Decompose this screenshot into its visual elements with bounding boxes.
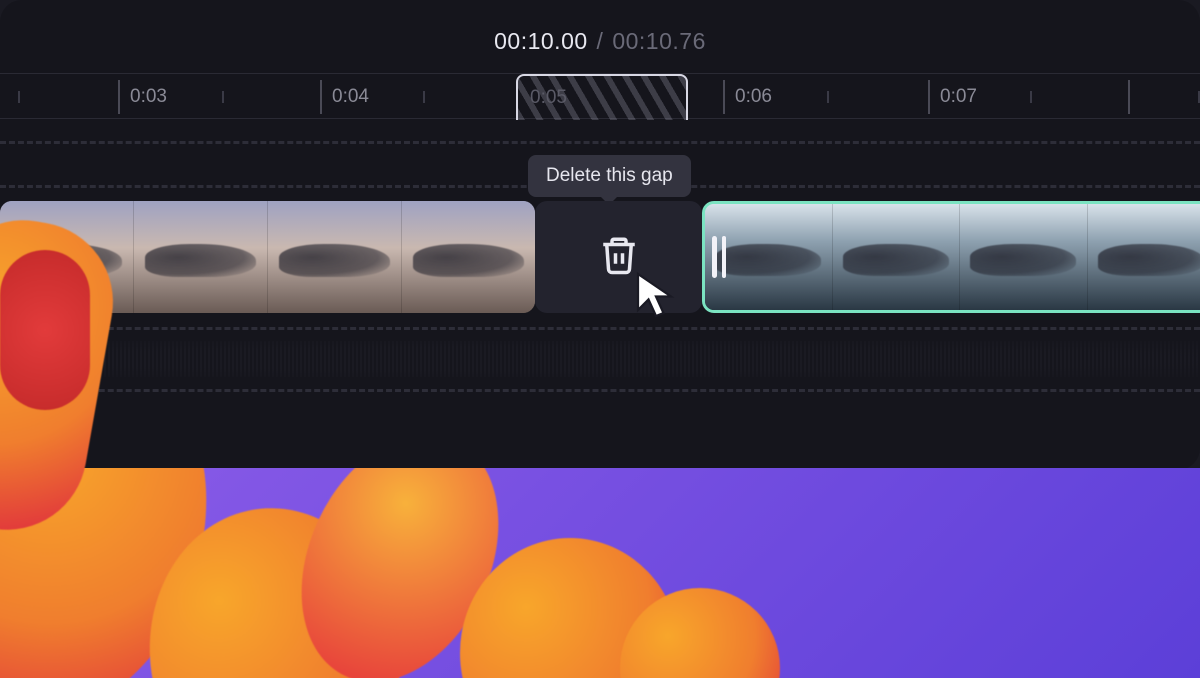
tracks-area: Delete this gap [0,141,1200,421]
ruler-selection[interactable]: 0:05 [516,74,688,120]
timecode-display: 00:10.00 / 00:10.76 [0,0,1200,55]
ruler-label: 0:04 [332,86,369,108]
clip-thumbnail [402,201,535,313]
track-divider [0,327,1200,330]
ruler-tick-major: 0:06 [723,74,772,120]
clip-thumbnail [960,204,1088,310]
video-track[interactable] [0,201,1200,313]
audio-waveform[interactable] [0,341,1200,377]
total-time: 00:10.76 [612,28,706,54]
ruler-tick-major: 0:07 [928,74,977,120]
ruler-tick-minor [423,91,425,103]
track-divider [0,389,1200,392]
ruler-label: 0:03 [130,86,167,108]
promo-banner [0,468,1200,678]
decorative-overlay [0,230,160,530]
timecode-separator: / [597,28,604,54]
delete-gap-tooltip: Delete this gap [528,155,691,197]
video-clip-selected[interactable] [702,201,1200,313]
selection-time-label: 0:05 [530,87,567,109]
ruler-tick-minor [222,91,224,103]
ruler-label: 0:06 [735,86,772,108]
mouse-cursor-icon [632,271,680,324]
current-time: 00:10.00 [494,28,588,54]
tooltip-text: Delete this gap [546,165,673,186]
ruler-label: 0:07 [940,86,977,108]
timeline-editor: 00:10.00 / 00:10.76 0:03 0:04 0:05 0:06 … [0,0,1200,470]
ruler-tick-major [1128,74,1140,120]
ruler-tick-minor [827,91,829,103]
timeline-ruler[interactable]: 0:03 0:04 0:05 0:06 0:07 [0,73,1200,119]
ruler-tick-minor [1030,91,1032,103]
track-divider [0,141,1200,144]
ruler-tick-major: 0:04 [320,74,369,120]
ruler-tick-major: 0:03 [118,74,167,120]
clip-drag-handle[interactable] [712,229,726,285]
ruler-tick-minor [18,91,20,103]
clip-thumbnail [1088,204,1200,310]
clip-thumbnail [268,201,402,313]
grip-bar [712,236,717,278]
grip-bar [722,236,727,278]
clip-thumbnail [833,204,961,310]
